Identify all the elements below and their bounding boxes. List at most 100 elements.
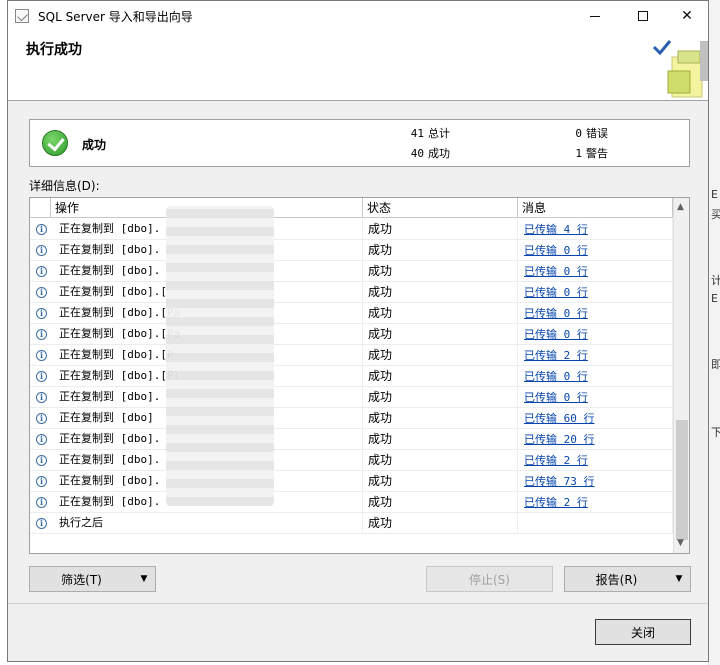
maximize-button[interactable]: [620, 1, 666, 31]
column-header-message[interactable]: 消息: [518, 198, 673, 218]
info-icon: i: [36, 518, 47, 529]
status-cell: 成功: [363, 408, 518, 429]
footer-separator: [8, 603, 708, 604]
dropdown-arrow-icon: ▼: [675, 574, 683, 584]
message-cell: 已传输 0 行: [518, 366, 673, 387]
close-button[interactable]: 关闭: [595, 619, 691, 645]
table-row[interactable]: i 执行之后 成功: [30, 513, 673, 534]
message-cell: 已传输 60 行: [518, 408, 673, 429]
message-link[interactable]: 已传输 0 行: [524, 307, 588, 320]
status-cell: 成功: [363, 429, 518, 450]
minimize-button[interactable]: [572, 1, 618, 31]
table-row[interactable]: i 正在复制到 [dbo].[成功 已传输 0 行: [30, 282, 673, 303]
table-row[interactable]: i 正在复制到 [dbo]. 成功 已传输 0 行: [30, 387, 673, 408]
info-icon: i: [36, 245, 47, 256]
vertical-scrollbar[interactable]: ▲ ▼: [673, 198, 689, 553]
message-link[interactable]: 已传输 0 行: [524, 244, 588, 257]
message-link[interactable]: 已传输 2 行: [524, 496, 588, 509]
info-icon: i: [36, 434, 47, 445]
info-icon: i: [36, 371, 47, 382]
table-row[interactable]: i 正在复制到 [dbo]. 成功 已传输 20 行: [30, 429, 673, 450]
table-row[interactable]: i 正在复制到 [dbo].[Pa 成功 已传输 0 行: [30, 324, 673, 345]
stat-success: 40 成功: [410, 147, 450, 160]
info-icon: i: [36, 455, 47, 466]
status-cell: 成功: [363, 450, 518, 471]
message-link[interactable]: 已传输 0 行: [524, 286, 588, 299]
table-row[interactable]: i 正在复制到 [dbo]. 成功 已传输 2 行: [30, 492, 673, 513]
message-link[interactable]: 已传输 2 行: [524, 349, 588, 362]
info-icon: i: [36, 392, 47, 403]
scroll-down-icon[interactable]: ▼: [677, 538, 684, 548]
summary-panel: 成功 41 总计 40 成功 0 错误 1 警告: [29, 119, 690, 167]
filter-button[interactable]: 筛选(T) ▼: [29, 566, 156, 592]
message-cell: 已传输 20 行: [518, 429, 673, 450]
status-cell: 成功: [363, 219, 518, 240]
info-icon: i: [36, 497, 47, 508]
message-cell: 已传输 0 行: [518, 303, 673, 324]
message-link[interactable]: 已传输 0 行: [524, 391, 588, 404]
report-button[interactable]: 报告(R) ▼: [564, 566, 691, 592]
message-cell: 已传输 2 行: [518, 345, 673, 366]
info-icon: i: [36, 476, 47, 487]
message-cell: 已传输 73 行: [518, 471, 673, 492]
stat-warnings: 1 警告: [575, 147, 608, 160]
scroll-up-icon[interactable]: ▲: [677, 202, 684, 212]
table-row[interactable]: i 正在复制到 [dbo].[Pa 成功 已传输 0 行: [30, 303, 673, 324]
info-icon: i: [36, 266, 47, 277]
table-row[interactable]: i 正在复制到 [dbo] 成功 已传输 60 行: [30, 408, 673, 429]
window-title: SQL Server 导入和导出向导: [38, 10, 193, 24]
status-cell: 成功: [363, 513, 518, 534]
background-window-strip: E 买 计 E 即 下: [708, 0, 720, 665]
minimize-icon: [590, 15, 600, 17]
status-cell: 成功: [363, 240, 518, 261]
info-icon: i: [36, 329, 47, 340]
app-icon: [15, 9, 29, 23]
message-link[interactable]: 已传输 0 行: [524, 328, 588, 341]
summary-status: 成功: [82, 138, 107, 152]
status-cell: 成功: [363, 324, 518, 345]
message-link[interactable]: 已传输 0 行: [524, 265, 588, 278]
page-title: 执行成功: [26, 42, 82, 58]
title-bar[interactable]: SQL Server 导入和导出向导 ✕: [8, 1, 708, 31]
message-cell: 已传输 0 行: [518, 261, 673, 282]
message-link[interactable]: 已传输 20 行: [524, 433, 595, 446]
info-icon: i: [36, 287, 47, 298]
message-link[interactable]: 已传输 4 行: [524, 223, 588, 236]
operation-cell: 执行之后: [51, 513, 363, 534]
message-cell: 已传输 0 行: [518, 324, 673, 345]
status-cell: 成功: [363, 282, 518, 303]
status-cell: 成功: [363, 387, 518, 408]
info-icon: i: [36, 308, 47, 319]
grid-header: 操作 状态 消息: [30, 198, 673, 218]
stop-button[interactable]: 停止(S): [426, 566, 553, 592]
message-cell: 已传输 0 行: [518, 282, 673, 303]
table-row[interactable]: i 正在复制到 [dbo]. 成功 已传输 2 行: [30, 450, 673, 471]
message-link[interactable]: 已传输 60 行: [524, 412, 595, 425]
message-cell: 已传输 2 行: [518, 450, 673, 471]
message-cell: [518, 513, 673, 534]
table-row[interactable]: i 正在复制到 [dbo]. 成功 已传输 4 行: [30, 219, 673, 240]
scroll-thumb[interactable]: [676, 420, 688, 540]
message-link[interactable]: 已传输 2 行: [524, 454, 588, 467]
wizard-window: SQL Server 导入和导出向导 ✕ 执行成功 成功 41 总计 40 成功 0…: [7, 0, 709, 662]
table-row[interactable]: i 正在复制到 [dbo].[Pl 成功 已传输 0 行: [30, 366, 673, 387]
message-cell: 已传输 0 行: [518, 387, 673, 408]
close-window-button[interactable]: ✕: [664, 1, 710, 31]
message-link[interactable]: 已传输 0 行: [524, 370, 588, 383]
grid-header-icon-col: [30, 198, 51, 218]
dropdown-arrow-icon: ▼: [140, 574, 148, 584]
table-row[interactable]: i 正在复制到 [dbo]. 成功 已传输 0 行: [30, 261, 673, 282]
info-icon: i: [36, 350, 47, 361]
details-grid[interactable]: 操作 状态 消息 i 正在复制到 [dbo]. 成功 已传输 4 行 i 正在复制到 [d…: [29, 197, 690, 554]
table-row[interactable]: i 正在复制到 [dbo]. 成功 已传输 73 行: [30, 471, 673, 492]
table-row[interactable]: i 正在复制到 [dbo]. 成功 已传输 0 行: [30, 240, 673, 261]
table-row[interactable]: i 正在复制到 [dbo].[P 成功 已传输 2 行: [30, 345, 673, 366]
redacted-area: [166, 206, 274, 506]
status-cell: 成功: [363, 471, 518, 492]
column-header-status[interactable]: 状态: [363, 198, 518, 218]
stat-total: 41 总计: [410, 127, 450, 140]
wizard-logo-icon: [652, 40, 708, 98]
status-cell: 成功: [363, 261, 518, 282]
status-cell: 成功: [363, 492, 518, 513]
message-link[interactable]: 已传输 73 行: [524, 475, 595, 488]
